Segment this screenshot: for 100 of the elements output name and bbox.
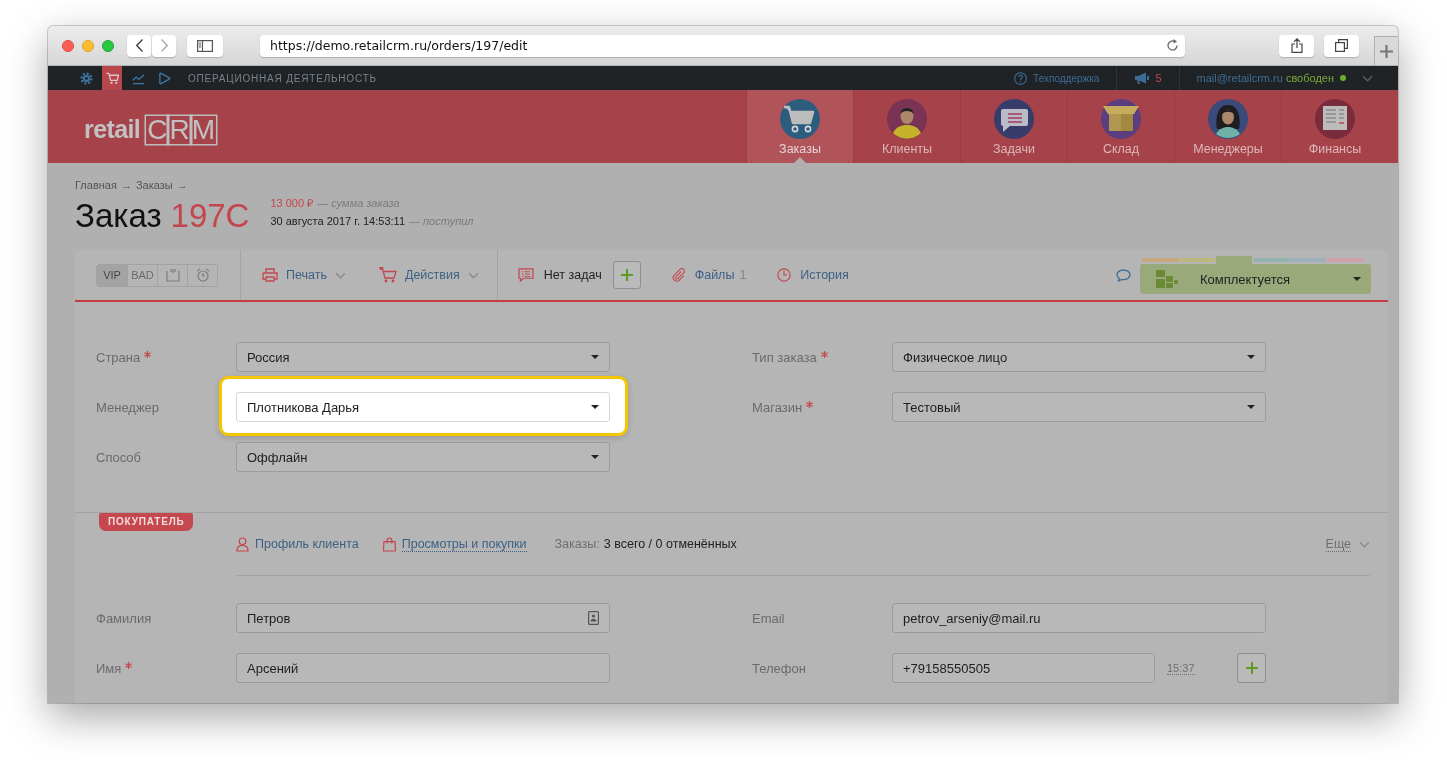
field-label: Страна (96, 349, 141, 365)
field-label: Менеджер (96, 399, 160, 415)
contact-card-icon[interactable] (588, 611, 599, 625)
history-button[interactable]: История (776, 268, 849, 282)
add-task-button[interactable] (612, 261, 641, 289)
more-button[interactable]: Еще (1325, 536, 1370, 552)
back-button[interactable] (127, 34, 151, 57)
chevron-down-icon (1362, 74, 1373, 82)
person-icon (236, 536, 249, 552)
field-label: Телефон (752, 660, 806, 676)
stacked-boxes-icon (1156, 270, 1178, 288)
support-link[interactable]: Техподдержка (1033, 72, 1100, 84)
box-icon (165, 268, 180, 282)
printer-icon (262, 268, 278, 282)
chat-icon[interactable] (1116, 268, 1131, 282)
minimize-icon[interactable] (82, 39, 94, 52)
order-number: 197C (170, 196, 250, 236)
field-label: Имя (96, 660, 122, 676)
tasks-button[interactable]: Нет задач (517, 268, 602, 282)
nav-tab[interactable]: Финансы (1281, 90, 1388, 163)
caret-icon (591, 355, 599, 359)
input-field[interactable]: +79158550505 (892, 653, 1155, 683)
breadcrumb-link[interactable]: Заказы (135, 178, 173, 192)
input-field[interactable]: Петров (236, 603, 610, 633)
sidebar-icon (197, 39, 213, 52)
help-icon[interactable] (1014, 71, 1028, 85)
person-icon (887, 99, 927, 139)
flag-toggle[interactable]: VIP (97, 264, 127, 286)
order-title: Заказ (75, 196, 162, 236)
nav-tab[interactable]: Склад (1067, 90, 1174, 163)
client-profile-link[interactable]: Профиль клиента (236, 536, 359, 552)
speech-bubble-icon (994, 99, 1034, 139)
input-field[interactable]: petrov_arseniy@mail.ru (892, 603, 1266, 633)
share-button[interactable] (1279, 34, 1314, 57)
select-field[interactable]: Россия (236, 342, 610, 372)
chart-icon (131, 71, 145, 85)
cart-icon (378, 267, 397, 283)
caret-icon (1247, 355, 1255, 359)
box-icon (1101, 99, 1141, 139)
sidebar-button[interactable] (187, 34, 223, 57)
views-purchases-link[interactable]: Просмотры и покупки (382, 536, 527, 552)
module-tab[interactable] (102, 66, 122, 90)
chevron-down-icon (334, 271, 346, 279)
reload-icon[interactable] (1166, 39, 1179, 52)
status-select[interactable]: Комплектуется (1140, 264, 1371, 294)
caret-icon (591, 455, 599, 459)
clock-icon (776, 268, 793, 282)
tabs-icon (1335, 39, 1348, 52)
orders-label: Заказы: (554, 537, 600, 551)
nav-tab[interactable]: Клиенты (853, 90, 960, 163)
input-field[interactable]: Арсений (236, 653, 610, 683)
plus-icon (1380, 44, 1393, 58)
chevron-right-icon (160, 39, 168, 52)
shopping-bag-icon (382, 536, 396, 552)
orders-count: 3 всего / 0 отменённых (603, 537, 737, 551)
new-tab-button[interactable] (1374, 36, 1398, 65)
chevron-left-icon (135, 39, 143, 52)
tabs-button[interactable] (1324, 34, 1359, 57)
alarm-clock-icon (195, 268, 210, 282)
receipt-icon (1315, 99, 1355, 139)
zoom-icon[interactable] (102, 39, 114, 52)
breadcrumb-link[interactable]: Главная (75, 178, 117, 192)
select-field[interactable]: Физическое лицо (892, 342, 1266, 372)
user-email[interactable]: mail@retailcrm.ru (1196, 72, 1283, 84)
gear-icon (79, 71, 93, 85)
breadcrumb-separator: → (120, 178, 132, 192)
field-label: Способ (96, 449, 141, 465)
cart-icon (105, 71, 119, 85)
actions-button[interactable]: Действия (378, 267, 479, 283)
nav-tab[interactable]: Заказы (746, 90, 853, 163)
address-field[interactable]: https://demo.retailcrm.ru/orders/197/edit (260, 34, 1185, 57)
add-phone-button[interactable] (1237, 653, 1266, 683)
breadcrumb-separator: → (176, 178, 188, 192)
chevron-down-icon (1359, 540, 1370, 548)
paperclip-icon (670, 268, 687, 282)
select-field[interactable]: Оффлайн (236, 442, 610, 472)
print-button[interactable]: Печать (262, 268, 346, 282)
section-badge: ПОКУПАТЕЛЬ (99, 513, 194, 531)
select-field[interactable]: Тестовый (892, 392, 1266, 422)
nav-tab[interactable]: Менеджеры (1174, 90, 1281, 163)
plus-icon (620, 269, 633, 281)
select-field[interactable]: Плотникова Дарья (236, 392, 610, 422)
caret-icon (1247, 405, 1255, 409)
local-time: 15:37 (1167, 661, 1195, 675)
caret-icon (591, 405, 599, 409)
order-date: 30 августа 2017 г. 14:53:11 (270, 215, 405, 227)
field-label: Email (752, 610, 785, 626)
plus-icon (1245, 662, 1258, 674)
nav-tab[interactable]: Задачи (960, 90, 1067, 163)
app-logo[interactable]: retail CRM (84, 115, 216, 144)
speech-bubble-icon (517, 268, 534, 282)
section-title: ОПЕРАЦИОННАЯ ДЕЯТЕЛЬНОСТЬ (188, 72, 377, 84)
flag-toggle[interactable]: BAD (127, 264, 157, 286)
field-label: Тип заказа (752, 349, 817, 365)
megaphone-icon[interactable] (1134, 72, 1150, 84)
status-dot-icon (1340, 75, 1346, 81)
play-icon (157, 71, 171, 85)
chevron-down-icon (467, 271, 479, 279)
close-icon[interactable] (62, 39, 74, 52)
user-status: свободен (1285, 72, 1334, 84)
